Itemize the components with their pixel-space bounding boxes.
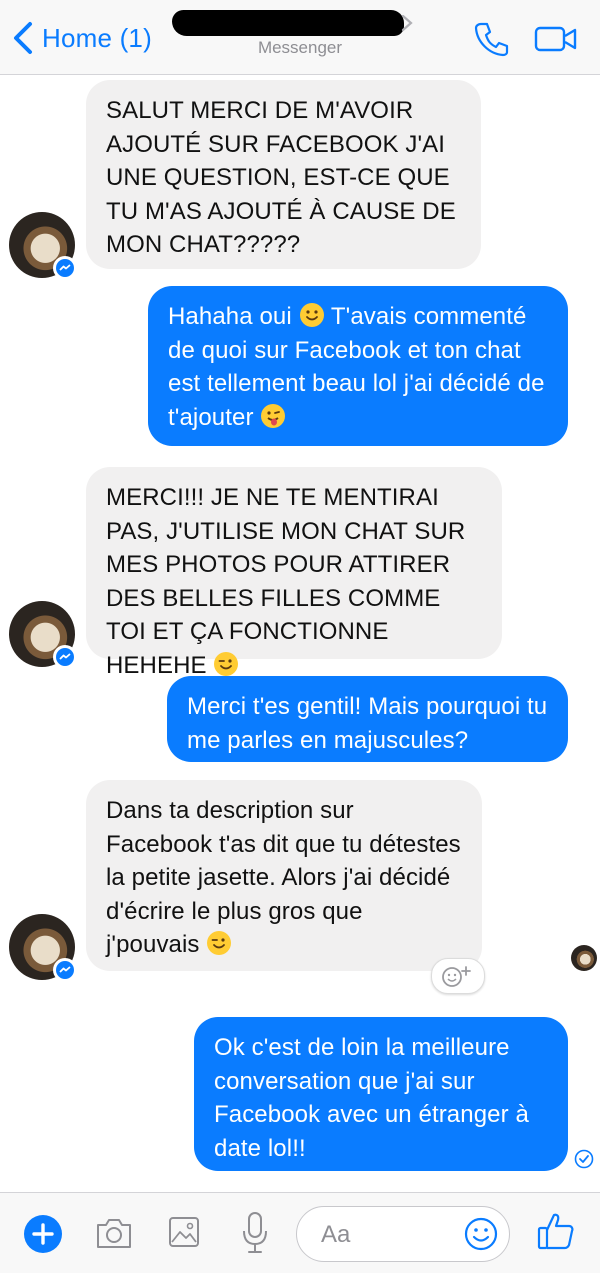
- contact-avatar[interactable]: [9, 914, 77, 982]
- add-reaction-button[interactable]: [431, 958, 485, 994]
- message-bubble-incoming[interactable]: Dans ta description sur Facebook t'as di…: [86, 780, 482, 971]
- video-camera-icon[interactable]: [534, 24, 578, 54]
- plus-icon[interactable]: [23, 1214, 63, 1254]
- message-bubble-outgoing[interactable]: Merci t'es gentil! Mais pourquoi tu me p…: [167, 676, 568, 762]
- conversation-header: Home (1) Messenger: [0, 0, 600, 75]
- seen-indicator-avatar: [571, 945, 597, 971]
- messenger-badge-icon: [53, 256, 77, 280]
- message-input-box[interactable]: [296, 1206, 510, 1262]
- messenger-badge-icon: [53, 645, 77, 669]
- smiley-icon[interactable]: [464, 1217, 498, 1251]
- message-bubble-outgoing[interactable]: Ok c'est de loin la meilleure conversati…: [194, 1017, 568, 1171]
- winking-face-emoji-icon: [214, 651, 239, 676]
- message-text: SALUT MERCI DE M'AVOIR AJOUTÉ SUR FACEBO…: [106, 97, 456, 258]
- chevron-right-icon[interactable]: [401, 14, 413, 32]
- tongue-out-emoji-icon: [261, 403, 286, 428]
- message-text: Ok c'est de loin la meilleure conversati…: [214, 1034, 529, 1162]
- message-text: Dans ta description sur Facebook t'as di…: [106, 797, 461, 958]
- message-text: MERCI!!! JE NE TE MENTIRAI PAS, J'UTILIS…: [106, 484, 466, 679]
- sent-check-icon: [574, 1149, 594, 1169]
- message-bubble-incoming[interactable]: MERCI!!! JE NE TE MENTIRAI PAS, J'UTILIS…: [86, 467, 502, 679]
- messenger-badge-icon: [53, 958, 77, 982]
- message-input[interactable]: [319, 1217, 463, 1253]
- message-composer: [0, 1192, 600, 1273]
- camera-icon[interactable]: [94, 1215, 134, 1251]
- message-bubble-incoming[interactable]: SALUT MERCI DE M'AVOIR AJOUTÉ SUR FACEBO…: [86, 80, 481, 269]
- message-bubble-outgoing[interactable]: Hahaha oui T'avais commenté de quoi sur …: [148, 286, 568, 446]
- contact-avatar[interactable]: [9, 601, 77, 669]
- message-text: Merci t'es gentil! Mais pourquoi tu me p…: [187, 693, 548, 754]
- message-text: Hahaha oui: [168, 303, 292, 330]
- smiling-face-emoji-icon: [299, 303, 324, 327]
- photo-icon[interactable]: [168, 1215, 200, 1249]
- contact-avatar[interactable]: [9, 212, 77, 280]
- add-reaction-icon: [442, 966, 471, 987]
- phone-icon[interactable]: [472, 20, 510, 58]
- microphone-icon[interactable]: [241, 1211, 269, 1255]
- winking-face-emoji-icon: [207, 931, 232, 955]
- contact-name-redacted[interactable]: [172, 10, 404, 36]
- header-subtitle: Messenger: [257, 38, 343, 57]
- thumbs-up-icon[interactable]: [537, 1211, 575, 1251]
